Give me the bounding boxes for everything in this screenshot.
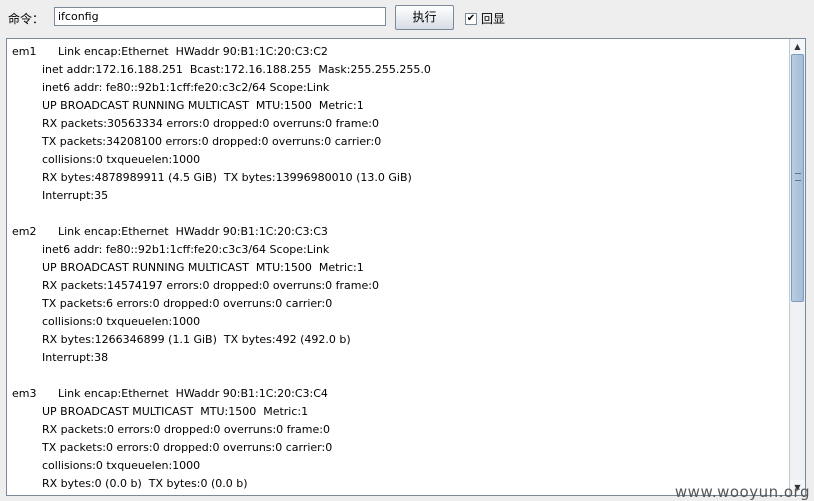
scroll-up-icon[interactable]: ▲: [790, 39, 805, 54]
output-line: RX packets:30563334 errors:0 dropped:0 o…: [42, 117, 379, 130]
output-text: em1 Link encap:Ethernet HWaddr 90:B1:1C:2…: [12, 43, 787, 495]
echo-toggle[interactable]: ✔ 回显: [465, 10, 505, 27]
output-line: collisions:0 txqueuelen:1000: [42, 459, 201, 472]
iface-name: em3: [12, 387, 37, 400]
iface-link-info: Link encap:Ethernet HWaddr 90:B1:1C:20:C…: [58, 225, 328, 238]
echo-checkbox[interactable]: ✔: [465, 12, 477, 25]
output-line: RX packets:0 errors:0 dropped:0 overruns…: [42, 423, 330, 436]
watermark: www.wooyun.org: [674, 483, 810, 501]
output-line: RX packets:14574197 errors:0 dropped:0 o…: [42, 279, 379, 292]
output-line: UP BROADCAST MULTICAST MTU:1500 Metric:1: [42, 405, 309, 418]
iface-name: em2: [12, 225, 37, 238]
output-line: inet addr:172.16.188.251 Bcast:172.16.18…: [42, 63, 431, 76]
iface-header-line: em1 Link encap:Ethernet HWaddr 90:B1:1C:2…: [12, 43, 787, 61]
output-line: RX bytes:1266346899 (1.1 GiB) TX bytes:4…: [42, 333, 351, 346]
output-line: inet6 addr: fe80::92b1:1cff:fe20:c3c3/64…: [42, 243, 330, 256]
scrollbar-thumb[interactable]: [791, 54, 804, 302]
command-label: 命令：: [8, 12, 45, 26]
output-line: UP BROADCAST RUNNING MULTICAST MTU:1500 …: [42, 99, 364, 112]
iface-header-line: em2 Link encap:Ethernet HWaddr 90:B1:1C:2…: [12, 223, 787, 241]
output-line: inet6 addr: fe80::92b1:1cff:fe20:c3c2/64…: [42, 81, 330, 94]
grip-icon: [795, 173, 801, 181]
command-toolbar: 命令： 执行 ✔ 回显: [0, 0, 814, 36]
iface-link-info: Link encap:Ethernet HWaddr 90:B1:1C:20:C…: [58, 45, 328, 58]
output-line: Interrupt:38: [42, 351, 109, 364]
execute-button[interactable]: 执行: [395, 5, 454, 30]
command-input[interactable]: [54, 7, 386, 26]
iface-header-line: em3 Link encap:Ethernet HWaddr 90:B1:1C:2…: [12, 385, 787, 403]
output-line: collisions:0 txqueuelen:1000: [42, 315, 201, 328]
output-line: Interrupt:35: [42, 189, 109, 202]
echo-label: 回显: [481, 12, 506, 26]
output-line: TX packets:34208100 errors:0 dropped:0 o…: [42, 135, 382, 148]
output-line: RX bytes:4878989911 (4.5 GiB) TX bytes:1…: [42, 171, 412, 184]
output-line: TX packets:0 errors:0 dropped:0 overruns…: [42, 441, 333, 454]
iface-name: em1: [12, 45, 37, 58]
vertical-scrollbar[interactable]: ▲ ▼: [789, 39, 805, 495]
iface-link-info: Link encap:Ethernet HWaddr 90:B1:1C:20:C…: [58, 387, 328, 400]
output-line: RX bytes:0 (0.0 b) TX bytes:0 (0.0 b): [42, 477, 248, 490]
output-line: UP BROADCAST RUNNING MULTICAST MTU:1500 …: [42, 261, 364, 274]
output-panel[interactable]: em1 Link encap:Ethernet HWaddr 90:B1:1C:2…: [6, 38, 806, 496]
output-line: TX packets:6 errors:0 dropped:0 overruns…: [42, 297, 333, 310]
output-line: collisions:0 txqueuelen:1000: [42, 153, 201, 166]
